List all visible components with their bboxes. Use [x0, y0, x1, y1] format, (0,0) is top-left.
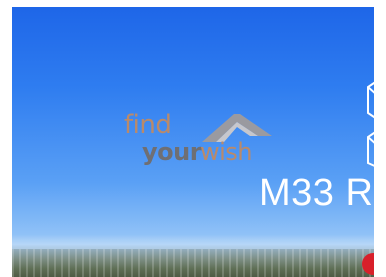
outline-shape-icon — [367, 81, 374, 167]
findyourwish-logo[interactable]: find your wish — [124, 110, 274, 172]
hero-banner: find your wish M33 R — [12, 7, 374, 277]
logo-word-find: find — [124, 110, 172, 140]
city-horizon — [12, 249, 374, 277]
logo-word-your: your — [142, 138, 202, 166]
logo-word-wish: wish — [200, 138, 253, 166]
banner-title: M33 R — [259, 172, 374, 214]
